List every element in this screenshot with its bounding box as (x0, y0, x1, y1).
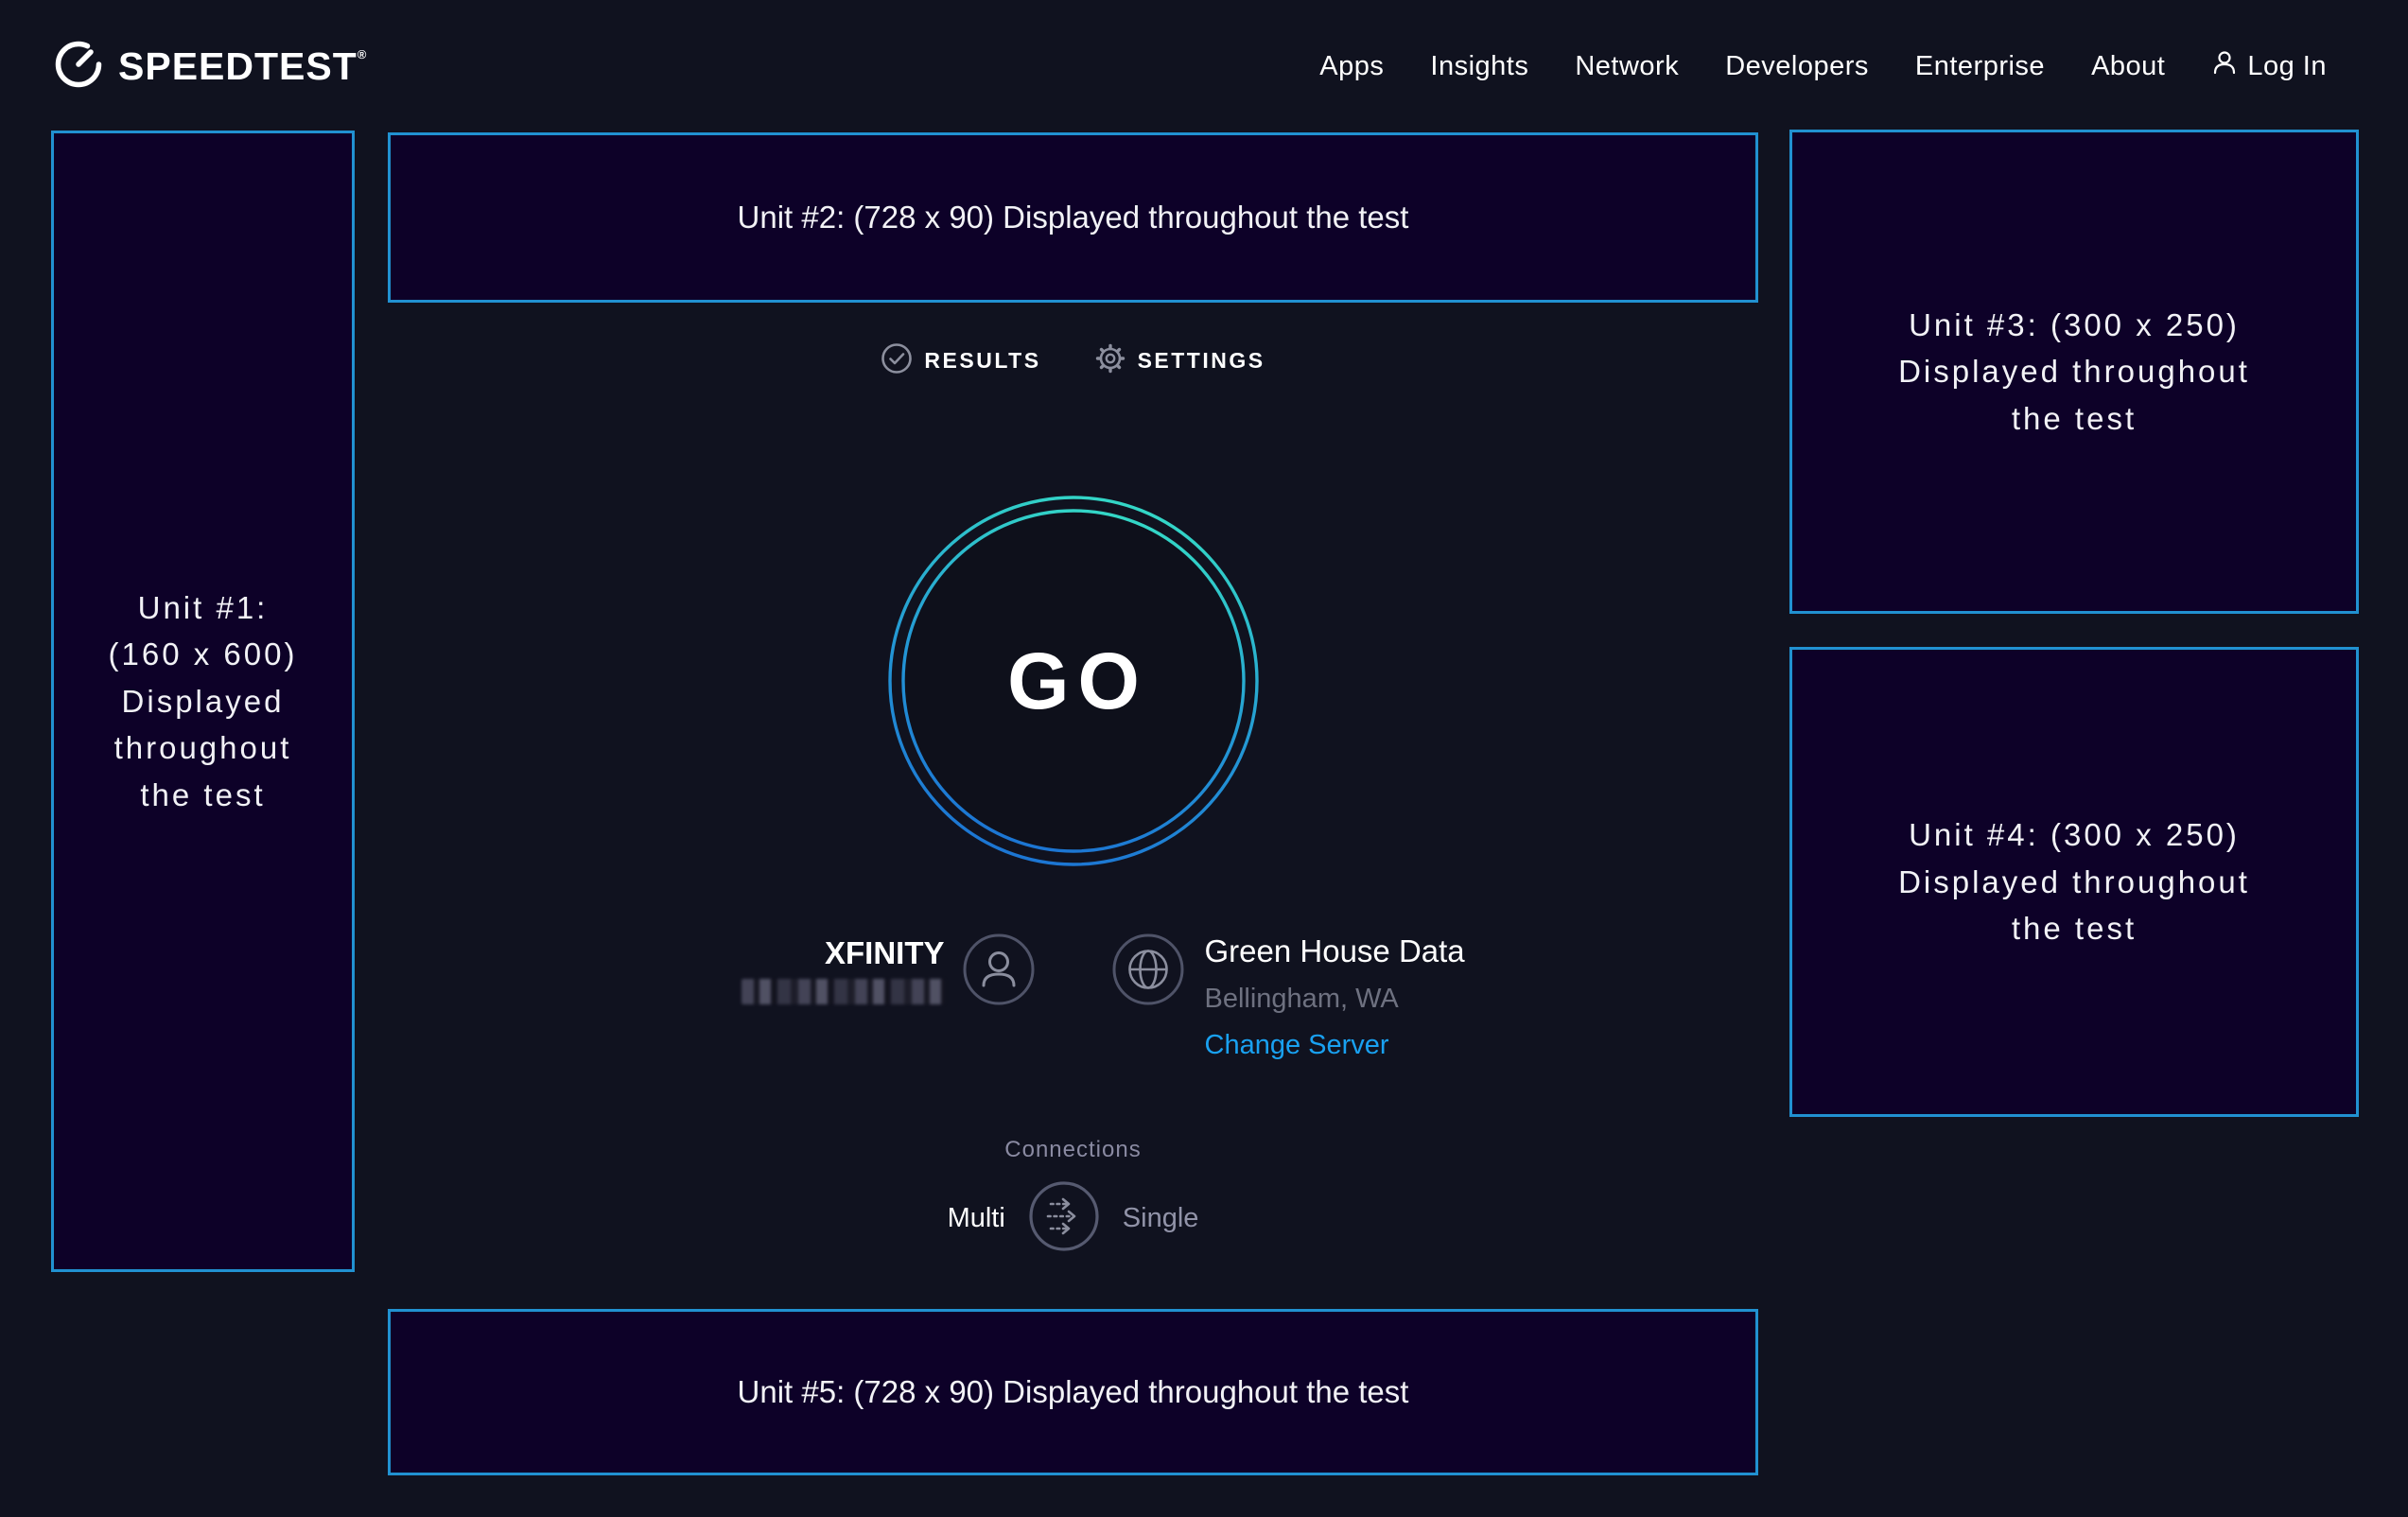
ad-line: Unit #3: (300 x 250) (1909, 302, 2240, 349)
connections-toggle-icon[interactable] (1028, 1180, 1100, 1257)
ad-line: Unit #2: (728 x 90) Displayed throughout… (738, 194, 1409, 241)
connections-label: Connections (1004, 1136, 1141, 1164)
go-button[interactable]: GO (888, 496, 1259, 866)
user-circle-icon (962, 933, 1036, 1011)
isp-block: XFINITY (388, 933, 1073, 1059)
ad-line: Unit #1: (138, 584, 269, 632)
redacted-isp-details (742, 979, 945, 1004)
nav-item-developers[interactable]: Developers (1725, 51, 1869, 82)
login-label: Log In (2247, 51, 2327, 82)
speedtest-logo[interactable]: SPEEDTEST® (52, 0, 367, 132)
results-label: RESULTS (924, 348, 1040, 374)
nav-item-network[interactable]: Network (1575, 51, 1679, 82)
change-server-link[interactable]: Change Server (1205, 1031, 1389, 1059)
isp-name: XFINITY (742, 934, 945, 972)
ad-line: Unit #4: (300 x 250) (1909, 811, 2240, 859)
trademark-mark: ® (358, 47, 368, 61)
ad-line: the test (140, 772, 265, 819)
go-label: GO (888, 496, 1259, 866)
server-provider: Green House Data (1205, 933, 1465, 970)
ad-line: Displayed (122, 678, 285, 725)
ad-unit-1[interactable]: Unit #1: (160 x 600) Displayed throughou… (51, 131, 355, 1272)
brand-name: SPEEDTEST® (118, 44, 367, 89)
ad-line: (160 x 600) (109, 631, 298, 678)
view-tabs: RESULTS (388, 342, 1758, 379)
user-icon (2211, 49, 2238, 83)
ad-line: the test (2012, 395, 2137, 443)
server-block: Green House Data Bellingham, WA Change S… (1073, 933, 1759, 1059)
globe-icon (1111, 933, 1185, 1011)
nav-item-enterprise[interactable]: Enterprise (1915, 51, 2045, 82)
settings-label: SETTINGS (1138, 348, 1265, 374)
nav-item-insights[interactable]: Insights (1430, 51, 1528, 82)
login-link[interactable]: Log In (2211, 49, 2327, 83)
speedtest-page: SPEEDTEST® Apps Insights Network Develop… (0, 0, 2408, 1517)
ad-unit-4[interactable]: Unit #4: (300 x 250) Displayed throughou… (1789, 647, 2359, 1117)
tab-settings[interactable]: SETTINGS (1094, 342, 1265, 379)
ad-unit-3[interactable]: Unit #3: (300 x 250) Displayed throughou… (1789, 130, 2359, 614)
test-meta-row: XFINITY Green Hous (388, 933, 1758, 1059)
ad-line: Displayed throughout (1898, 859, 2250, 906)
connections-mode-multi[interactable]: Multi (948, 1203, 1005, 1234)
top-nav-bar: SPEEDTEST® Apps Insights Network Develop… (0, 0, 2408, 132)
connections-section: Connections Multi Single (388, 1136, 1758, 1257)
connections-mode-single[interactable]: Single (1123, 1203, 1199, 1234)
tab-results[interactable]: RESULTS (881, 342, 1040, 379)
speedometer-icon (52, 38, 105, 96)
ad-unit-2[interactable]: Unit #2: (728 x 90) Displayed throughout… (388, 132, 1758, 303)
nav-item-apps[interactable]: Apps (1319, 51, 1384, 82)
ad-line: the test (2012, 905, 2137, 952)
nav-item-about[interactable]: About (2091, 51, 2165, 82)
ad-line: throughout (114, 724, 292, 772)
ad-unit-5[interactable]: Unit #5: (728 x 90) Displayed throughout… (388, 1309, 1758, 1475)
gear-icon (1094, 342, 1126, 379)
main-nav: Apps Insights Network Developers Enterpr… (1319, 0, 2327, 132)
server-location: Bellingham, WA (1205, 985, 1399, 1013)
check-circle-icon (881, 342, 913, 379)
ad-line: Unit #5: (728 x 90) Displayed throughout… (738, 1369, 1409, 1416)
ad-line: Displayed throughout (1898, 348, 2250, 395)
